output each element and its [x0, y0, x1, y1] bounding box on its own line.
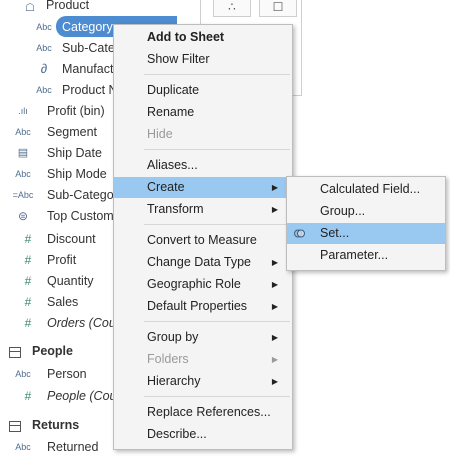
menu-item-label: Hierarchy [147, 374, 201, 388]
field-label: Product N [62, 82, 118, 97]
calculated-string-icon: =Abc [12, 189, 34, 200]
menu-item-aliases[interactable]: Aliases... [114, 155, 292, 176]
submenu-arrow-icon: ▶ [271, 333, 278, 342]
field-label: Ship Mode [47, 166, 107, 181]
field-label: Discount [47, 231, 96, 246]
menu-item-group[interactable]: Group... [287, 201, 445, 222]
menu-item-rename[interactable]: Rename [114, 102, 292, 123]
field-label: Returned [47, 439, 99, 454]
context-menu: Add to Sheet Show Filter Duplicate Renam… [113, 24, 293, 450]
menu-item-duplicate[interactable]: Duplicate [114, 80, 292, 101]
menu-item-change-data-type[interactable]: Change Data Type ▶ [114, 252, 292, 273]
number-type-icon: # [24, 294, 32, 309]
menu-item-label: Set... [320, 226, 350, 240]
set-icon: ⊜ [17, 208, 29, 223]
menu-item-parameter[interactable]: Parameter... [287, 245, 445, 266]
submenu-arrow-icon: ▶ [271, 377, 278, 386]
field-label: Person [47, 366, 87, 381]
paperclip-icon: ∂ [40, 61, 48, 76]
field-label: Sales [47, 294, 79, 309]
menu-separator [144, 74, 290, 75]
hierarchy-icon: ☖ [25, 2, 35, 14]
tooltip-button[interactable]: ☐ [259, 0, 297, 17]
field-label: Sub-Catego [47, 187, 114, 202]
string-type-icon: Abc [36, 42, 52, 53]
menu-item-default-properties[interactable]: Default Properties ▶ [114, 296, 292, 317]
menu-item-label: Default Properties [147, 299, 248, 313]
menu-item-label: Create [147, 180, 185, 194]
table-header-label: People [32, 344, 73, 358]
menu-item-label: Transform [147, 202, 204, 216]
number-type-icon: # [24, 273, 32, 288]
menu-item-label: Change Data Type [147, 255, 252, 269]
field-label: Quantity [47, 273, 94, 288]
menu-item-set[interactable]: Set... [287, 223, 445, 244]
field-label: Category [62, 19, 113, 34]
detail-button[interactable]: ∴ [213, 0, 251, 17]
menu-item-group-by[interactable]: Group by ▶ [114, 327, 292, 348]
string-type-icon: Abc [36, 84, 52, 95]
field-label: Orders (Cou [47, 315, 116, 330]
table-header-label: Returns [32, 418, 80, 432]
string-type-icon: Abc [15, 168, 31, 179]
menu-item-describe[interactable]: Describe... [114, 424, 292, 445]
field-label: Ship Date [47, 145, 102, 160]
number-type-icon: # [24, 388, 32, 403]
field-label: Segment [47, 124, 98, 139]
submenu-arrow-icon: ▶ [271, 183, 278, 192]
table-icon [9, 347, 21, 358]
field-label: People (Cou [47, 388, 117, 403]
number-type-icon: # [24, 231, 32, 246]
submenu-arrow-icon: ▶ [271, 280, 278, 289]
number-type-icon: # [24, 252, 32, 267]
menu-separator [144, 321, 290, 322]
menu-item-calculated-field[interactable]: Calculated Field... [287, 179, 445, 200]
menu-separator [144, 224, 290, 225]
menu-item-show-filter[interactable]: Show Filter [114, 49, 292, 70]
menu-separator [144, 149, 290, 150]
menu-item-add-to-sheet[interactable]: Add to Sheet [114, 27, 292, 48]
create-submenu: Calculated Field... Group... Set... Para… [286, 176, 446, 271]
field-label: Manufact [62, 61, 114, 76]
field-label: Top Custom [47, 208, 114, 223]
menu-item-convert-to-measure[interactable]: Convert to Measure [114, 230, 292, 251]
submenu-arrow-icon: ▶ [271, 302, 278, 311]
string-type-icon: Abc [15, 368, 31, 379]
number-type-icon: # [24, 315, 32, 330]
string-type-icon: Abc [36, 21, 52, 32]
menu-item-geographic-role[interactable]: Geographic Role ▶ [114, 274, 292, 295]
menu-item-replace-references[interactable]: Replace References... [114, 402, 292, 423]
field-label: Profit [47, 252, 77, 267]
menu-item-transform[interactable]: Transform ▶ [114, 199, 292, 220]
menu-item-hierarchy[interactable]: Hierarchy ▶ [114, 371, 292, 392]
submenu-arrow-icon: ▶ [271, 205, 278, 214]
table-icon [9, 421, 21, 432]
submenu-arrow-icon: ▶ [271, 258, 278, 267]
calendar-icon: ▤ [17, 147, 29, 159]
menu-item-label: Folders [147, 352, 189, 366]
string-type-icon: Abc [15, 126, 31, 137]
menu-item-create[interactable]: Create ▶ [114, 177, 292, 198]
table-header-product[interactable]: ☖ Product [0, 0, 200, 16]
table-header-label: Product [46, 0, 90, 12]
menu-item-folders: Folders ▶ [114, 349, 292, 370]
menu-separator [144, 396, 290, 397]
bin-icon: .ılı [18, 105, 28, 116]
field-label: Profit (bin) [47, 103, 105, 118]
submenu-arrow-icon: ▶ [271, 355, 278, 364]
menu-item-label: Group by [147, 330, 199, 344]
string-type-icon: Abc [15, 441, 31, 452]
menu-item-hide: Hide [147, 127, 173, 141]
field-label: Sub-Cate [62, 40, 115, 55]
set-icon [294, 229, 305, 238]
menu-item-label: Geographic Role [147, 277, 241, 291]
